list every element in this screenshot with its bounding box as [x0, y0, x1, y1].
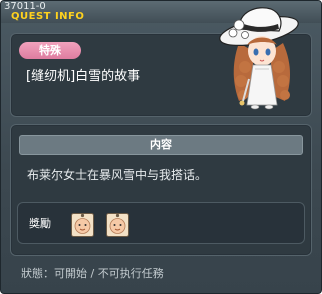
face-tag-item-icon[interactable] [105, 211, 130, 238]
face-tag-item-icon[interactable] [70, 211, 95, 238]
girl-in-white-hat-icon [219, 7, 299, 110]
quest-info-window: 37011-0 QUEST INFO 特殊 [缝纫机]白雪的故事 内容 布莱尔女… [0, 0, 322, 294]
reward-label: 獎勵 [29, 217, 51, 230]
content-section-header: 内容 [19, 135, 303, 155]
quest-description: 布莱尔女士在暴风雪中与我搭话。 [27, 168, 208, 182]
quest-name: [缝纫机]白雪的故事 [26, 69, 141, 84]
quest-status: 狀態：可開始 / 不可执行任務 [21, 267, 164, 280]
category-tag: 特殊 [19, 42, 81, 59]
reward-box [17, 202, 305, 244]
window-title: QUEST INFO [11, 11, 85, 22]
